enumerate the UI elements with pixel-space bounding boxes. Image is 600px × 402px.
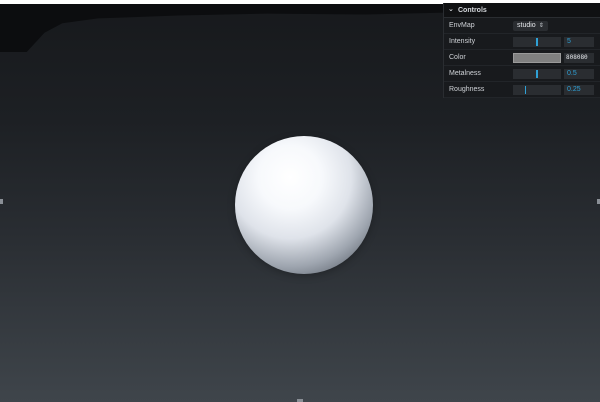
- background-shadow: [0, 4, 445, 52]
- color-row: Color 808080: [444, 50, 600, 66]
- roughness-input[interactable]: 0.25: [564, 84, 594, 95]
- roughness-row: Roughness 0.25: [444, 82, 600, 98]
- metalness-row: Metalness 0.5: [444, 66, 600, 82]
- metal-sphere[interactable]: [235, 136, 373, 274]
- envmap-label: EnvMap: [449, 22, 475, 29]
- controls-header[interactable]: ⌄ Controls: [444, 3, 600, 18]
- intensity-row: Intensity 5: [444, 34, 600, 50]
- metalness-label: Metalness: [449, 70, 481, 77]
- envmap-value: studio: [517, 22, 536, 29]
- metalness-slider-handle[interactable]: [536, 69, 538, 78]
- controls-title: Controls: [458, 6, 487, 14]
- envmap-select[interactable]: studio ⇕: [513, 20, 548, 31]
- metalness-input[interactable]: 0.5: [564, 68, 594, 79]
- intensity-input[interactable]: 5: [564, 36, 594, 47]
- controls-panel: ⌄ Controls EnvMap studio ⇕ Intensity 5 C…: [443, 3, 600, 98]
- intensity-slider[interactable]: [513, 36, 561, 47]
- roughness-label: Roughness: [449, 86, 485, 93]
- chevron-down-icon: ⌄: [448, 6, 454, 13]
- up-down-arrows-icon: ⇕: [538, 23, 544, 29]
- color-label: Color: [449, 54, 466, 61]
- intensity-slider-handle[interactable]: [536, 37, 538, 46]
- envmap-row: EnvMap studio ⇕: [444, 18, 600, 34]
- metalness-slider[interactable]: [513, 68, 561, 79]
- color-hex-input[interactable]: 808080: [564, 52, 594, 63]
- roughness-slider[interactable]: [513, 84, 561, 95]
- left-edge-handle: [0, 199, 3, 204]
- roughness-slider-handle[interactable]: [524, 85, 526, 94]
- color-swatch[interactable]: [513, 52, 561, 63]
- intensity-label: Intensity: [449, 38, 476, 45]
